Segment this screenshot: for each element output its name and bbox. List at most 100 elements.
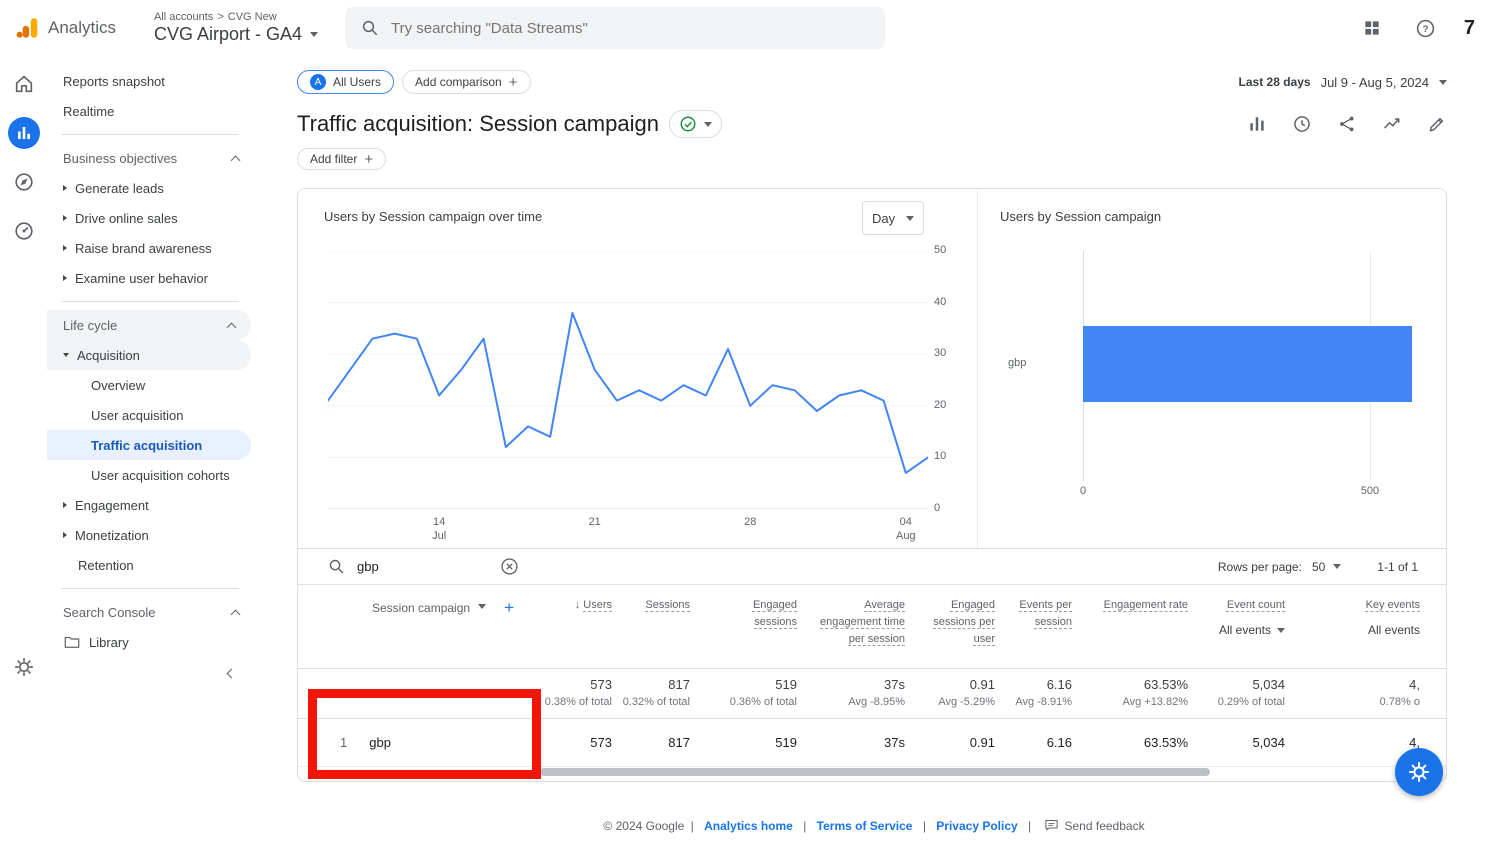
admin-settings-icon[interactable] [0,656,47,678]
section-title: Life cycle [63,317,118,333]
section-title: Search Console [63,604,156,620]
nav-generate-leads[interactable]: Generate leads [47,173,255,203]
insights-fab[interactable] [1395,748,1443,796]
nav-overview[interactable]: Overview [47,370,255,400]
property-name: CVG Airport - GA4 [154,24,303,44]
table-row[interactable]: 1 gbp 573 817 519 37s 0.91 6.16 63.53% 5… [298,719,1446,767]
trend-insights-icon[interactable] [1382,114,1402,134]
nav-acquisition[interactable]: Acquisition [47,340,251,370]
date-range-selector[interactable]: Last 28 days Jul 9 - Aug 5, 2024 [1239,75,1447,90]
rows-per-page-select[interactable]: 50 [1311,559,1342,574]
nav-section-life-cycle[interactable]: Life cycle [47,310,251,340]
add-dimension-button[interactable]: + [504,599,514,616]
bar-chart-panel: Users by Session campaign gbp 0 500 [978,189,1446,548]
line-y-axis: 0 10 20 30 40 50 [934,244,964,514]
granularity-select[interactable]: Day [862,201,924,235]
totals-cell: 63.53% Avg +13.82% [1122,677,1188,708]
nav-engagement[interactable]: Engagement [47,490,255,520]
nav-drive-online-sales[interactable]: Drive online sales [47,203,255,233]
nav-section-search-console[interactable]: Search Console [47,597,255,627]
bar-x-axis: 0 500 [1080,485,1413,501]
reports-icon[interactable] [7,117,40,149]
chip-label: Add filter [310,152,358,166]
key-events-filter[interactable]: All events [1305,621,1420,640]
check-circle-icon [679,115,697,133]
nav-library[interactable]: Library [47,627,255,657]
rows-per-page-value: 50 [1311,559,1326,574]
horizontal-scrollbar[interactable] [540,768,1210,776]
svg-text:?: ? [1423,24,1429,35]
breadcrumb-current[interactable]: CVG New [228,11,277,23]
collapse-nav-button[interactable] [222,659,241,686]
clear-search-icon[interactable] [499,556,520,577]
column-header-engagement-rate[interactable]: Engagement rate [1072,597,1188,668]
row-cell: 5,034 [1252,735,1285,750]
nav-user-acquisition-cohorts[interactable]: User acquisition cohorts [47,460,255,490]
column-header-session-campaign[interactable]: Session campaign + [298,597,538,668]
table-search[interactable] [328,556,528,577]
nav-label: Drive online sales [75,210,178,226]
nav-realtime[interactable]: Realtime [47,96,255,126]
home-icon[interactable] [8,68,40,100]
all-users-chip[interactable]: A All Users [297,70,395,94]
sort-descending-icon: ↓ [574,599,581,611]
column-header-events-per-session[interactable]: Events per session [995,597,1072,668]
column-header-users[interactable]: ↓ Users [538,597,612,668]
column-header-engaged-sessions[interactable]: Engaged sessions [690,597,797,668]
customize-report-icon[interactable] [1247,114,1267,134]
column-header-event-count[interactable]: Event count All events [1188,597,1285,668]
add-filter-button[interactable]: Add filter + [297,148,387,170]
help-icon[interactable]: ? [1410,12,1442,44]
table-totals-row: 573 0.38% of total 817 0.32% of total 519 0… [298,669,1446,719]
apps-grid-icon[interactable] [1356,12,1388,44]
nav-retention[interactable]: Retention [47,550,255,580]
nav-label: User acquisition cohorts [91,467,230,483]
property-selector[interactable]: CVG Airport - GA4 [154,24,319,45]
global-search[interactable] [345,7,885,49]
divider [61,301,239,302]
nav-section-business-objectives[interactable]: Business objectives [47,143,255,173]
arrow-right-icon [63,185,67,191]
chevron-down-icon [1277,627,1285,633]
column-header-engaged-sessions-per-user[interactable]: Engaged sessions per user [905,597,995,668]
arrow-right-icon [63,532,67,538]
footer-link-terms[interactable]: Terms of Service [817,819,913,833]
table-header-row: Session campaign + ↓ Users Sessions Engag… [298,585,1446,669]
row-cell: 6.16 [1046,735,1072,750]
line-chart-title: Users by Session campaign over time [324,209,543,224]
line-chart-panel: Users by Session campaign over time Day … [298,189,978,548]
column-header-avg-engagement-time[interactable]: Average engagement time per session [797,597,905,668]
breadcrumb-root[interactable]: All accounts [154,11,213,23]
column-header-sessions[interactable]: Sessions [612,597,690,668]
bar-category-label: gbp [1008,357,1027,369]
insights-clock-icon[interactable] [1292,114,1312,134]
chevron-up-icon [230,609,241,619]
footer-link-anal ytics-home[interactable]: Analytics home [704,819,793,833]
table-search-input[interactable] [357,559,487,574]
report-status-badge[interactable] [668,110,722,138]
bar-chart-plot [1083,251,1413,481]
nav-monetization[interactable]: Monetization [47,520,255,550]
event-count-filter[interactable]: All events [1208,621,1285,640]
y-tick-label: 20 [934,398,947,411]
add-comparison-chip[interactable]: Add comparison + [402,70,531,94]
search-input[interactable] [391,19,831,37]
chevron-down-icon [478,604,487,609]
explore-icon[interactable] [8,166,40,198]
profile-avatar[interactable]: 7 [1464,17,1475,40]
nav-raise-brand-awareness[interactable]: Raise brand awareness [47,233,255,263]
nav-traffic-acquisition[interactable]: Traffic acquisition [47,430,251,460]
send-feedback-button[interactable]: Send feedback [1044,818,1145,833]
nav-reports-snapshot[interactable]: Reports snapshot [47,66,255,96]
column-header-key-events[interactable]: Key events All events [1285,597,1420,668]
footer-link-privacy[interactable]: Privacy Policy [936,819,1017,833]
analytics-logo[interactable]: Analytics [0,15,140,41]
chip-label: All Users [333,75,382,89]
edit-icon[interactable] [1427,114,1447,134]
totals-cell: 519 0.36% of total [729,677,797,708]
nav-examine-user-behavior[interactable]: Examine user behavior [47,263,255,293]
chevron-down-icon [703,121,712,127]
nav-user-acquisition[interactable]: User acquisition [47,400,255,430]
advertising-icon[interactable] [8,215,40,247]
share-icon[interactable] [1337,114,1357,134]
